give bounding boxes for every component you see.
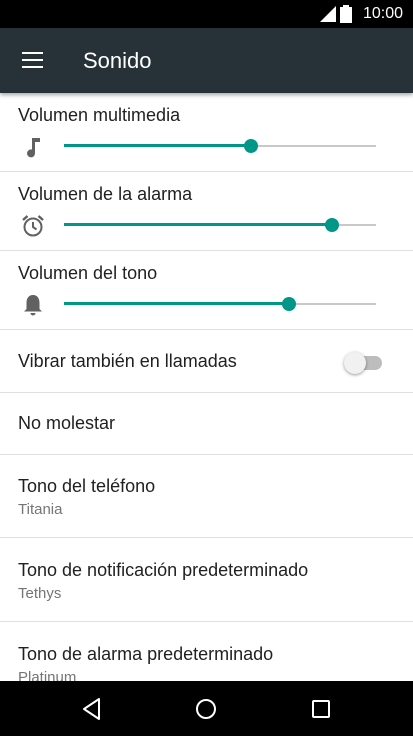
slider-thumb[interactable] [244,139,258,153]
battery-icon [340,5,352,23]
alarm-volume-row: Volumen de la alarma [0,172,413,251]
ring-volume-label: Volumen del tono [18,263,158,283]
alarm-clock-icon [22,215,44,237]
notification-tone-row[interactable]: Tono de notificación predeterminado Teth… [0,538,413,622]
cell-signal-icon [320,6,336,22]
media-volume-row: Volumen multimedia [0,93,413,172]
home-icon[interactable] [192,695,220,723]
app-bar: Sonido [0,28,413,93]
do-not-disturb-label: No molestar [18,413,116,433]
music-note-icon [27,138,40,158]
back-icon[interactable] [78,695,106,723]
slider-fill [64,144,251,147]
slider-thumb[interactable] [325,218,339,232]
ring-volume-row: Volumen del tono [0,251,413,330]
ring-volume-slider[interactable] [64,296,376,312]
alarm-volume-slider[interactable] [64,217,376,233]
vibrate-row[interactable]: Vibrar también en llamadas [0,330,413,393]
slider-thumb[interactable] [282,297,296,311]
vibrate-label: Vibrar también en llamadas [18,351,237,371]
bell-icon [24,295,42,316]
alarm-tone-row[interactable]: Tono de alarma predeterminado Platinum [0,622,413,681]
page-title: Sonido [83,48,152,73]
notification-tone-value: Tethys [18,585,62,602]
ringtone-row[interactable]: Tono del teléfono Titania [0,455,413,538]
alarm-tone-value: Platinum [18,669,77,681]
ringtone-value: Titania [18,501,63,518]
do-not-disturb-row[interactable]: No molestar [0,393,413,455]
slider-fill [64,223,332,226]
media-volume-label: Volumen multimedia [18,105,181,125]
notification-tone-label: Tono de notificación predeterminado [18,560,309,580]
menu-icon[interactable] [22,52,43,70]
media-volume-slider[interactable] [64,138,376,154]
status-time: 10:00 [363,5,404,22]
slider-fill [64,302,289,305]
alarm-volume-label: Volumen de la alarma [18,184,193,204]
toggle-knob [344,352,366,374]
vibrate-toggle[interactable] [344,352,384,374]
settings-list[interactable]: Volumen multimedia Volumen de la alarma … [0,93,413,681]
navigation-bar [0,681,413,736]
ringtone-label: Tono del teléfono [18,476,156,496]
status-bar: 10:00 [0,0,413,28]
alarm-tone-label: Tono de alarma predeterminado [18,644,274,664]
recent-apps-icon[interactable] [307,695,335,723]
